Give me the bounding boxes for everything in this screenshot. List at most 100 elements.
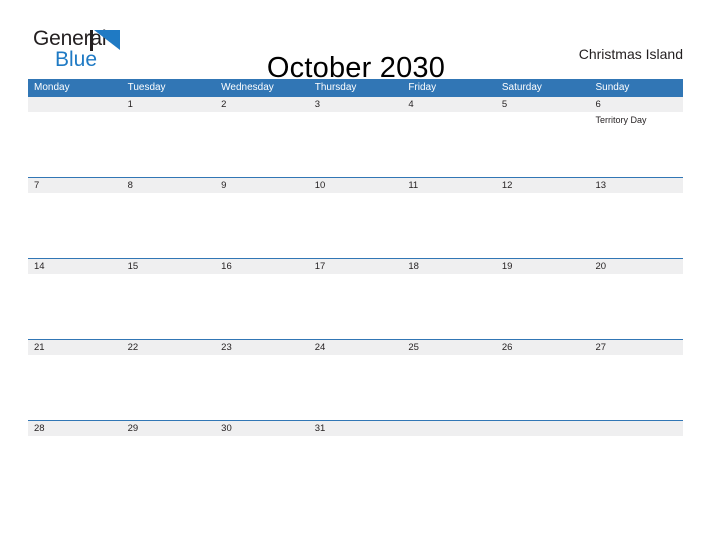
day-cell[interactable] (309, 436, 403, 501)
week-date-band: 7 8 9 10 11 12 13 (28, 178, 683, 193)
day-number[interactable]: 19 (496, 259, 590, 274)
day-cell[interactable] (215, 355, 309, 420)
logo-bar-shape (90, 30, 93, 51)
day-number[interactable]: 16 (215, 259, 309, 274)
week-body-row (28, 436, 683, 501)
day-cell[interactable] (402, 436, 496, 501)
week-row: 14 15 16 17 18 19 20 (28, 258, 683, 339)
day-cell[interactable] (402, 193, 496, 258)
day-number[interactable]: 30 (215, 421, 309, 436)
week-row: 21 22 23 24 25 26 27 (28, 339, 683, 420)
weekday-header-saturday: Saturday (501, 82, 542, 93)
day-number[interactable]: 22 (122, 340, 216, 355)
week-body-row (28, 355, 683, 420)
day-cell[interactable] (402, 274, 496, 339)
weekday-header-wednesday: Wednesday (221, 82, 274, 93)
weekday-header-row: Monday Tuesday Wednesday Thursday Friday… (28, 79, 683, 96)
day-cell[interactable] (28, 193, 122, 258)
day-cell[interactable] (122, 355, 216, 420)
day-number[interactable]: 25 (402, 340, 496, 355)
weekday-header-tuesday: Tuesday (127, 82, 166, 93)
day-number[interactable]: 21 (28, 340, 122, 355)
day-cell[interactable] (309, 274, 403, 339)
day-number[interactable] (589, 421, 683, 436)
day-cell[interactable] (496, 274, 590, 339)
weekday-header-monday: Monday (34, 82, 70, 93)
week-date-band: 28 29 30 31 (28, 421, 683, 436)
day-cell[interactable] (215, 436, 309, 501)
day-cell[interactable] (402, 355, 496, 420)
day-number[interactable]: 24 (309, 340, 403, 355)
location-label: Christmas Island (578, 46, 683, 62)
day-number[interactable]: 27 (589, 340, 683, 355)
day-number[interactable]: 29 (122, 421, 216, 436)
week-body-row (28, 274, 683, 339)
day-cell[interactable] (28, 274, 122, 339)
weekday-header-thursday: Thursday (314, 82, 357, 93)
logo-triangle-shape (94, 30, 120, 50)
day-number[interactable]: 2 (215, 97, 309, 112)
day-number[interactable]: 11 (402, 178, 496, 193)
day-cell[interactable] (589, 193, 683, 258)
day-cell[interactable] (496, 112, 590, 177)
day-cell[interactable] (215, 274, 309, 339)
day-number[interactable]: 9 (215, 178, 309, 193)
day-cell[interactable] (309, 193, 403, 258)
weekday-header-sunday: Sunday (595, 82, 630, 93)
day-cell[interactable] (589, 274, 683, 339)
day-number[interactable]: 31 (309, 421, 403, 436)
calendar-grid: Monday Tuesday Wednesday Thursday Friday… (28, 79, 683, 501)
day-cell[interactable]: Territory Day (589, 112, 683, 177)
day-number[interactable]: 12 (496, 178, 590, 193)
day-number[interactable]: 8 (122, 178, 216, 193)
day-cell[interactable] (215, 112, 309, 177)
day-cell[interactable] (215, 193, 309, 258)
week-date-band: 1 2 3 4 5 6 (28, 97, 683, 112)
weekday-header-friday: Friday (408, 82, 437, 93)
week-row: 7 8 9 10 11 12 13 (28, 177, 683, 258)
week-body-row (28, 193, 683, 258)
day-cell[interactable] (402, 112, 496, 177)
day-number[interactable]: 18 (402, 259, 496, 274)
day-cell[interactable] (589, 355, 683, 420)
day-cell[interactable] (28, 436, 122, 501)
day-number[interactable]: 20 (589, 259, 683, 274)
week-date-band: 14 15 16 17 18 19 20 (28, 259, 683, 274)
day-number[interactable] (402, 421, 496, 436)
day-cell[interactable] (28, 112, 122, 177)
day-number[interactable]: 15 (122, 259, 216, 274)
day-number[interactable]: 10 (309, 178, 403, 193)
day-number[interactable]: 5 (496, 97, 590, 112)
day-number[interactable]: 17 (309, 259, 403, 274)
day-cell[interactable] (496, 436, 590, 501)
day-cell[interactable] (122, 193, 216, 258)
day-cell[interactable] (589, 436, 683, 501)
day-number[interactable]: 14 (28, 259, 122, 274)
day-number[interactable]: 13 (589, 178, 683, 193)
week-date-band: 21 22 23 24 25 26 27 (28, 340, 683, 355)
day-number[interactable] (496, 421, 590, 436)
day-number[interactable]: 28 (28, 421, 122, 436)
week-row: 28 29 30 31 (28, 420, 683, 501)
day-number[interactable]: 3 (309, 97, 403, 112)
day-cell[interactable] (309, 355, 403, 420)
page-header: General Blue October 2030 Christmas Isla… (0, 0, 712, 84)
day-cell[interactable] (496, 193, 590, 258)
day-number[interactable]: 4 (402, 97, 496, 112)
day-number[interactable]: 23 (215, 340, 309, 355)
week-row: 1 2 3 4 5 6 Territory Day (28, 96, 683, 177)
day-number[interactable]: 7 (28, 178, 122, 193)
week-body-row: Territory Day (28, 112, 683, 177)
triangle-mark-icon (90, 30, 124, 51)
day-number[interactable]: 26 (496, 340, 590, 355)
event-label: Territory Day (595, 115, 647, 125)
day-number[interactable] (28, 97, 122, 112)
day-cell[interactable] (28, 355, 122, 420)
day-cell[interactable] (309, 112, 403, 177)
day-number[interactable]: 1 (122, 97, 216, 112)
day-cell[interactable] (122, 436, 216, 501)
day-number[interactable]: 6 (589, 97, 683, 112)
day-cell[interactable] (122, 112, 216, 177)
day-cell[interactable] (122, 274, 216, 339)
day-cell[interactable] (496, 355, 590, 420)
